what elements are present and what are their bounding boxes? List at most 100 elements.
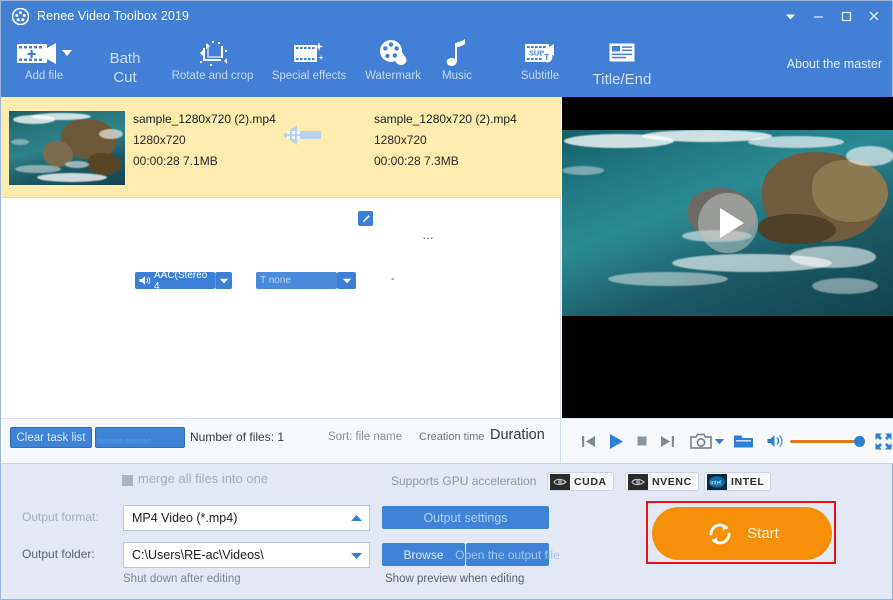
output-folder-select[interactable]: C:\Users\RE-ac\Videos\ <box>123 542 370 568</box>
watermark-icon <box>377 37 409 69</box>
output-format-value: MP4 Video (*.mp4) <box>132 511 238 525</box>
next-frame-icon[interactable] <box>659 427 676 455</box>
output-format-label: Output format: <box>22 510 99 524</box>
special-effects-icon <box>292 37 326 69</box>
about-the-master-link[interactable]: About the master <box>787 57 882 71</box>
right-arrow-icon <box>269 120 325 150</box>
play-overlay-button[interactable] <box>697 193 758 253</box>
svg-text:intel: intel <box>710 480 721 486</box>
open-output-file-button[interactable]: Open the output file <box>455 543 560 566</box>
file-thumbnail <box>9 111 125 185</box>
subtitle-track-dropdown-icon[interactable] <box>337 272 356 289</box>
subtitle-icon: SUB T <box>523 37 557 69</box>
output-folder-value: C:\Users\RE-ac\Videos\ <box>132 548 264 562</box>
remove-selected-button[interactable]: Remove selected <box>95 427 185 448</box>
gpu-badge-cuda[interactable]: CUDA <box>547 472 614 491</box>
pencil-edit-icon[interactable] <box>358 211 373 226</box>
menu-chevron-down-icon[interactable] <box>776 4 804 28</box>
toolbar-label-watermark: Watermark <box>365 70 421 82</box>
app-window: Renee Video Toolbox 2019 Add file Bath C… <box>0 0 893 600</box>
output-file-info: sample_1280x720 (2).mp4 1280x720 00:00:2… <box>374 109 517 172</box>
start-button[interactable]: Start <box>652 507 832 560</box>
browse-button[interactable]: Browse <box>382 543 465 566</box>
sort-by-filename[interactable]: Sort: file name <box>328 431 402 443</box>
output-duration-size: 00:00:28 7.3MB <box>374 154 459 168</box>
output-format-select[interactable]: MP4 Video (*.mp4) <box>123 505 370 531</box>
number-of-files-text: Number of files: 1 <box>190 430 285 444</box>
stop-icon[interactable] <box>635 427 649 455</box>
toolbar-label-bath-cut: Bath Cut <box>109 50 141 86</box>
audio-track-label: AAC(Stereo 4 <box>154 272 208 289</box>
toolbar-item-rotate-crop[interactable]: Rotate and crop <box>164 31 261 97</box>
subtitle-track-chip[interactable]: T none <box>256 272 337 289</box>
video-preview[interactable] <box>562 97 893 418</box>
volume-icon[interactable] <box>766 427 784 455</box>
start-button-highlight: Start <box>646 501 836 564</box>
source-filename: sample_1280x720 (2).mp4 <box>133 112 276 126</box>
nvidia-eye-icon <box>549 473 570 490</box>
shutdown-after-editing-checkbox[interactable]: Shut down after editing <box>123 573 241 585</box>
source-file-info: sample_1280x720 (2).mp4 1280x720 00:00:2… <box>133 109 276 172</box>
audio-track-dropdown-icon[interactable] <box>215 272 232 289</box>
toolbar-label-special-effects: Special effects <box>271 70 347 82</box>
chevron-up-icon[interactable] <box>343 506 369 530</box>
fullscreen-icon[interactable] <box>874 427 893 455</box>
chevron-down-icon[interactable] <box>343 543 369 567</box>
output-filename: sample_1280x720 (2).mp4 <box>374 112 517 126</box>
gpu-badge-nvenc[interactable]: NVENC <box>625 472 699 491</box>
app-title: Renee Video Toolbox 2019 <box>37 9 190 23</box>
maximize-icon[interactable] <box>832 4 860 28</box>
window-controls <box>776 1 888 31</box>
output-more-dots[interactable]: … <box>422 228 435 242</box>
volume-slider[interactable] <box>790 435 865 447</box>
toolbar-item-bath-cut[interactable]: Bath Cut <box>93 31 157 97</box>
nvidia-eye-icon <box>627 473 648 490</box>
show-preview-when-editing-checkbox[interactable]: Show preview when editing <box>385 573 524 585</box>
toolbar-label-add-file: Add file <box>24 70 64 82</box>
minimize-icon[interactable] <box>804 4 832 28</box>
volume-slider-handle[interactable] <box>854 435 865 447</box>
toolbar-item-subtitle[interactable]: SUB T Subtitle <box>509 31 571 97</box>
toolbar-item-watermark[interactable]: Watermark <box>353 31 433 97</box>
toolbar-item-special-effects[interactable]: Special effects <box>264 31 354 97</box>
add-film-icon <box>15 37 73 69</box>
intel-icon: intel <box>706 473 727 490</box>
snapshot-dropdown-icon[interactable] <box>714 427 725 455</box>
table-row[interactable]: sample_1280x720 (2).mp4 1280x720 00:00:2… <box>1 97 561 289</box>
close-icon[interactable] <box>860 4 888 28</box>
toolbar-item-music[interactable]: Music <box>433 31 481 97</box>
toolbar-label-rotate-crop: Rotate and crop <box>171 70 254 82</box>
film-reel-icon <box>11 7 29 25</box>
source-resolution: 1280x720 <box>133 133 186 147</box>
start-button-label: Start <box>747 525 779 542</box>
music-note-icon <box>444 37 470 69</box>
clear-task-list-button[interactable]: Clear task list <box>10 427 92 448</box>
toolbar-item-add-file[interactable]: Add file <box>5 31 83 97</box>
merge-files-checkbox[interactable] <box>122 475 133 486</box>
gpu-badge-intel-label: INTEL <box>731 475 765 488</box>
subtitle-track-label: T none <box>260 275 291 286</box>
output-resolution: 1280x720 <box>374 133 427 147</box>
third-track-value: - <box>391 273 395 285</box>
audio-track-chip[interactable]: AAC(Stereo 4 <box>135 272 215 289</box>
sort-by-creation-time[interactable]: Creation time <box>419 431 484 443</box>
snapshot-camera-icon[interactable] <box>690 427 712 455</box>
gpu-acceleration-label: Supports GPU acceleration <box>391 474 537 488</box>
toolbar-label-subtitle: Subtitle <box>520 70 560 82</box>
output-settings-button[interactable]: Output settings <box>382 506 549 529</box>
gpu-badge-intel[interactable]: intel INTEL <box>704 472 772 491</box>
gpu-badge-nvenc-label: NVENC <box>652 475 692 488</box>
toolbar-item-title-end[interactable]: Title/End <box>579 31 665 97</box>
main-toolbar: Add file Bath Cut Rotate and crop Specia… <box>1 31 892 97</box>
chevron-down-icon <box>62 50 72 56</box>
refresh-convert-icon <box>705 519 735 549</box>
svg-text:T: T <box>544 53 549 62</box>
play-icon[interactable] <box>606 427 625 455</box>
rotate-crop-icon <box>197 37 229 69</box>
title-end-icon <box>607 37 637 69</box>
output-folder-label: Output folder: <box>22 547 95 561</box>
open-folder-icon[interactable] <box>733 427 754 455</box>
toolbar-label-title-end: Title/End <box>592 71 652 88</box>
previous-frame-icon[interactable] <box>580 427 597 455</box>
sort-by-duration[interactable]: Duration <box>490 427 545 443</box>
